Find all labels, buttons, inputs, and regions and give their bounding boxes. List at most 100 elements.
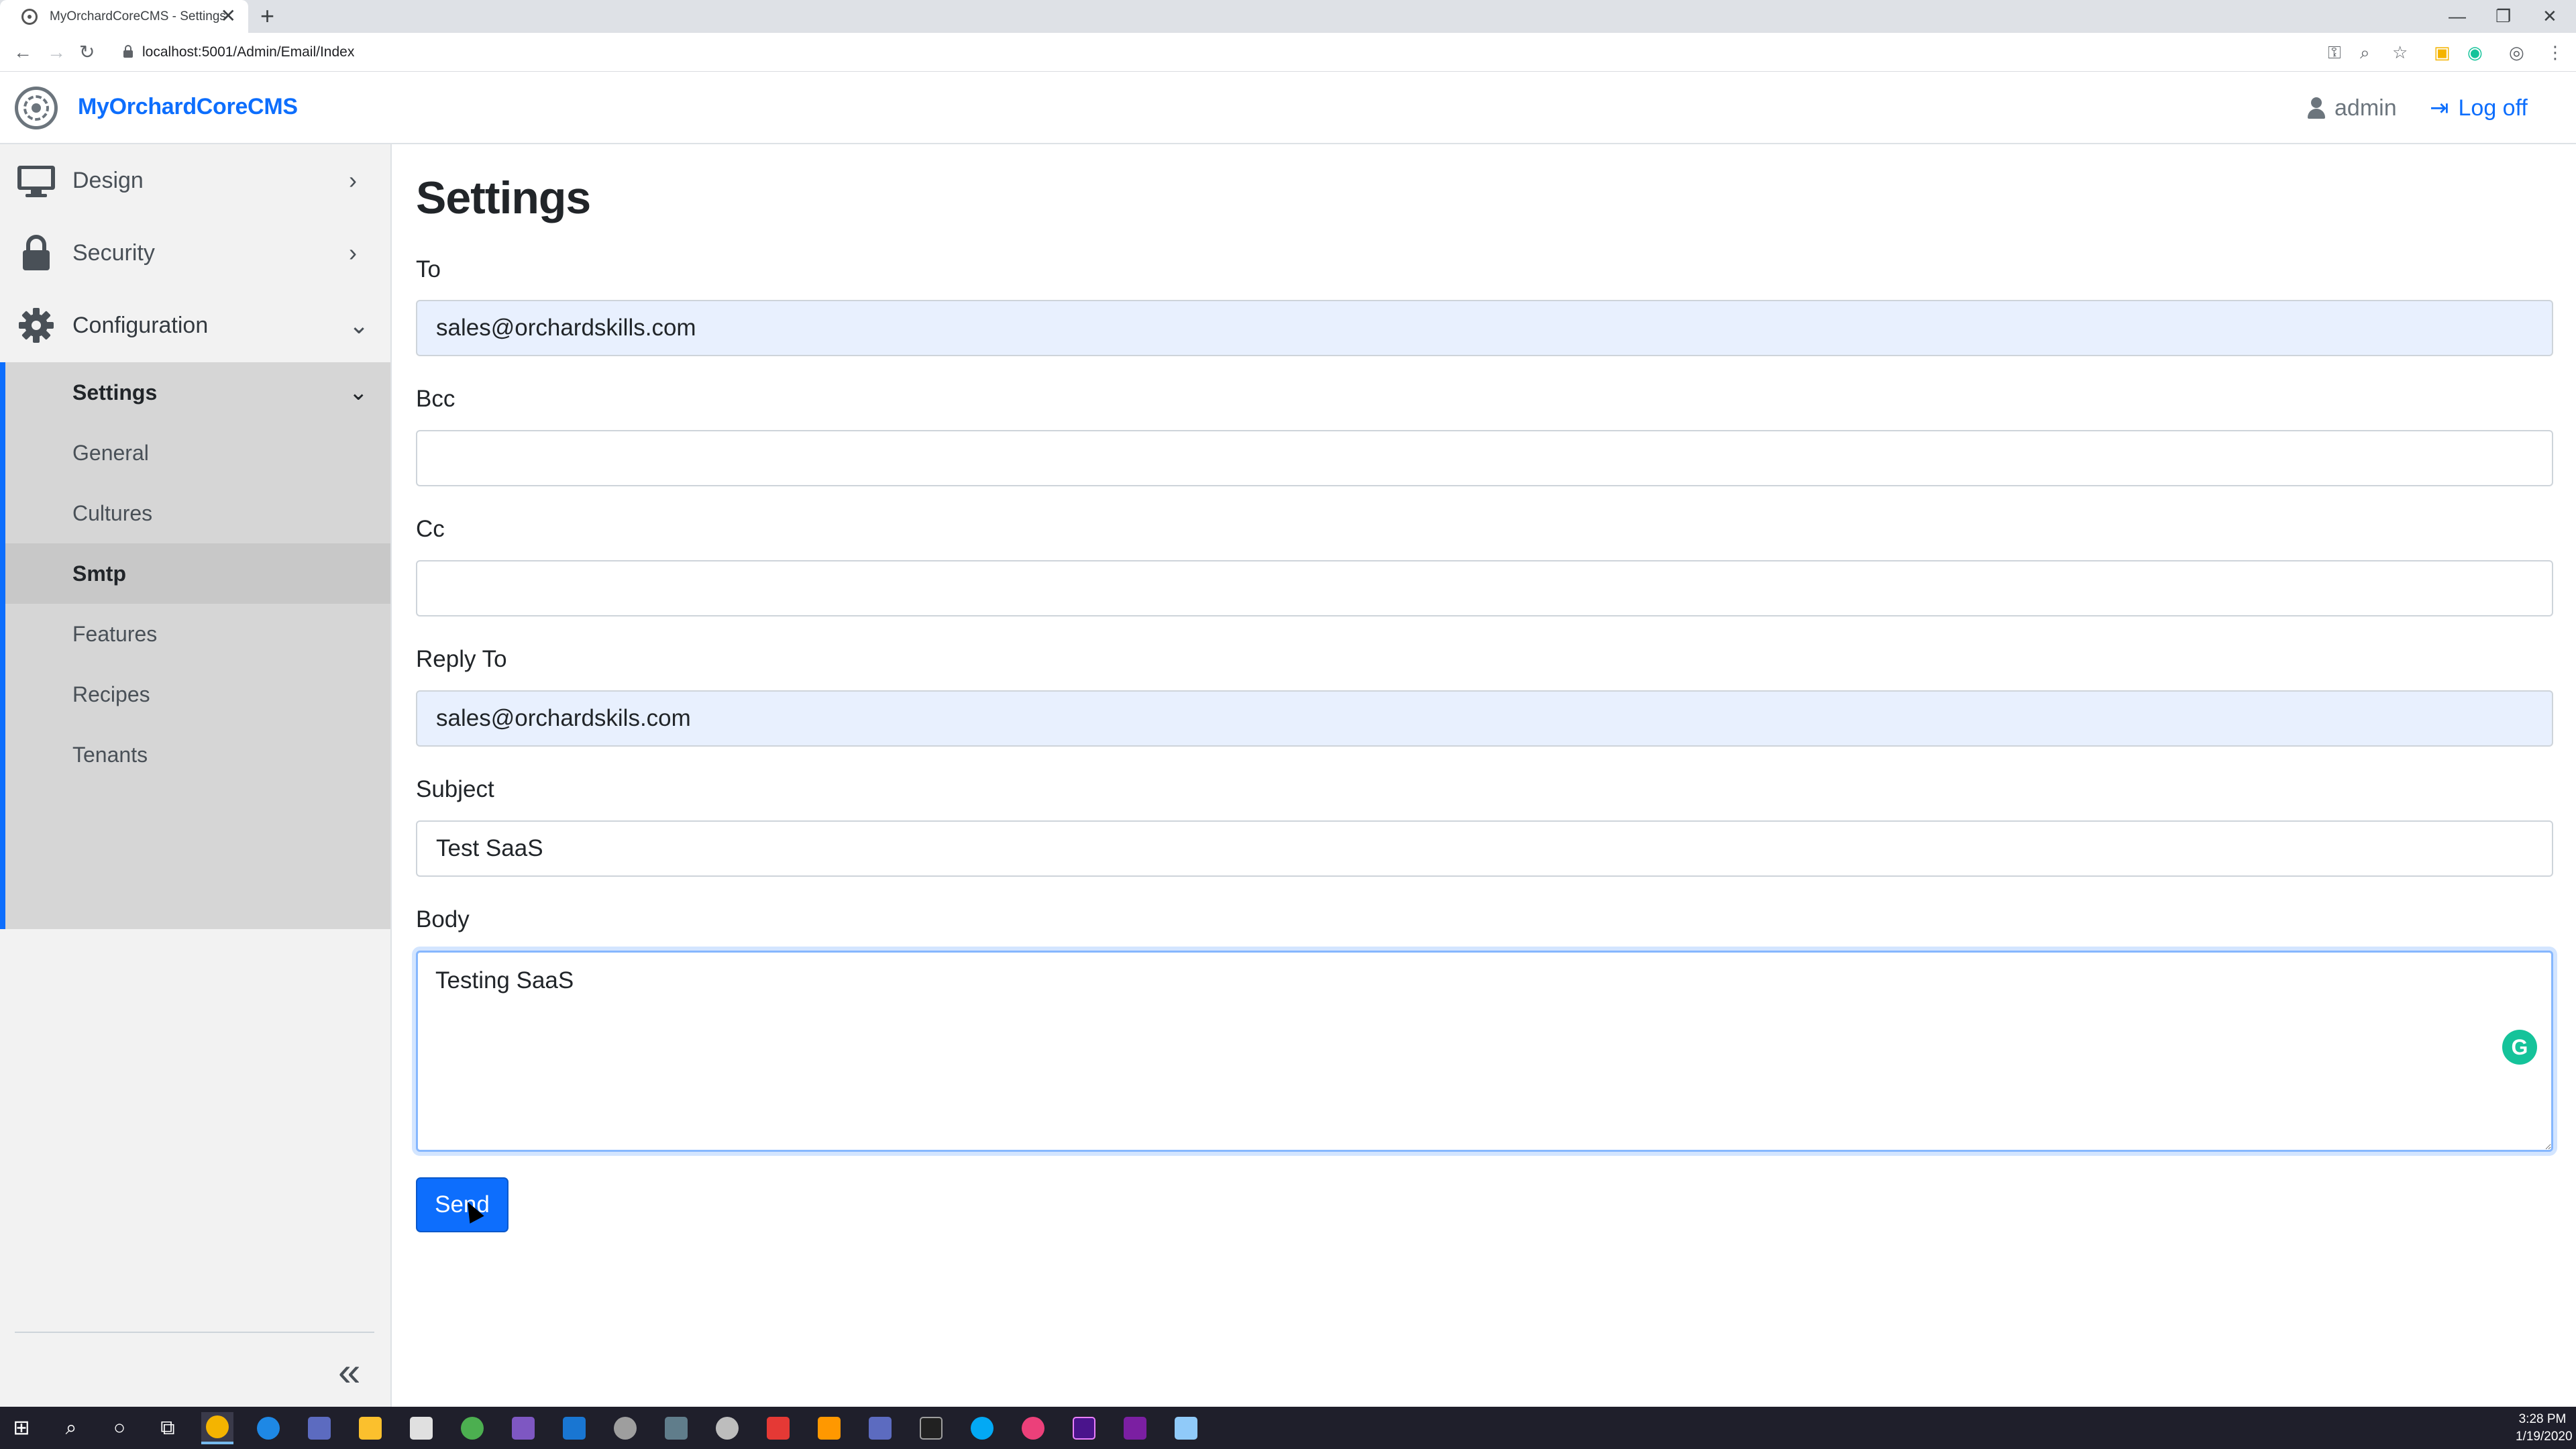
app-icon[interactable] [660,1412,692,1444]
user-menu[interactable]: admin [2308,93,2397,123]
user-name: admin [2334,95,2397,121]
restore-button[interactable]: ❐ [2496,3,2511,30]
submenu-settings-label: Settings [72,380,158,405]
chevron-down-icon: ⌄ [349,311,370,339]
edge-icon[interactable] [252,1412,284,1444]
terminal-icon[interactable] [915,1412,947,1444]
back-icon[interactable]: ← [13,40,32,65]
lock-icon [123,45,133,58]
sidebar-item-label: Configuration [72,312,209,338]
browser-menu-icon[interactable]: ⋮ [2546,41,2564,64]
body-textarea[interactable]: Testing SaaS [416,951,2553,1152]
chevron-right-icon: › [349,239,357,266]
reload-icon[interactable]: ↻ [79,40,95,65]
logoff-button[interactable]: ⇥ Log off [2430,93,2528,123]
collapse-sidebar-icon[interactable]: « [338,1352,360,1392]
chrome-icon[interactable] [201,1412,233,1444]
sidebar-item-configuration[interactable]: Configuration ⌄ [0,289,390,362]
sidebar-item-label: Smtp [72,561,126,586]
grammarly-extension-icon[interactable]: ◉ [2467,41,2483,64]
bookmark-star-icon[interactable]: ☆ [2392,41,2408,64]
skype-icon[interactable] [966,1412,998,1444]
sidebar-item-features[interactable]: Features [5,604,390,664]
subject-input[interactable] [416,820,2553,877]
chevron-right-icon: › [349,166,357,194]
vlc-icon[interactable] [813,1412,845,1444]
configuration-submenu: Settings ⌄ General Cultures Smtp Feature… [0,362,390,929]
sidebar-item-label: Cultures [72,500,153,525]
logoff-label: Log off [2458,95,2528,121]
browser-toolbar: ← → ↻ localhost:5001/Admin/Email/Index ⚿… [0,33,2576,72]
taskbar-date: 1/19/2020 [2516,1430,2573,1444]
body-label: Body [416,906,470,932]
app-icon[interactable] [1119,1412,1151,1444]
to-label: To [416,256,441,282]
sidebar-item-tenants[interactable]: Tenants [5,724,390,785]
window-close-button[interactable]: ✕ [2542,3,2557,30]
minimize-button[interactable]: — [2449,3,2466,30]
to-input[interactable] [416,300,2553,356]
media-app-icon[interactable] [1017,1412,1049,1444]
key-icon[interactable]: ⚿ [2328,41,2341,64]
cortana-icon[interactable]: ○ [103,1412,136,1444]
lock-icon [23,235,50,270]
visual-studio-icon[interactable] [507,1412,539,1444]
user-icon [2308,97,2325,119]
sign-out-icon: ⇥ [2430,95,2449,121]
cc-label: Cc [416,516,445,542]
cc-input[interactable] [416,560,2553,616]
orchard-logo-icon[interactable] [15,87,58,129]
teams-icon[interactable] [864,1412,896,1444]
brand-link[interactable]: MyOrchardCoreCMS [78,92,298,121]
bcc-input[interactable] [416,430,2553,486]
gear-icon [19,308,54,343]
app-header: MyOrchardCoreCMS admin ⇥ Log off [0,72,2576,144]
new-tab-button[interactable]: + [260,3,274,30]
sidebar-item-label: Tenants [72,742,148,767]
store-icon[interactable] [303,1412,335,1444]
reply-to-input[interactable] [416,690,2553,747]
sidebar-item-recipes[interactable]: Recipes [5,664,390,724]
github-icon[interactable] [609,1412,641,1444]
page-title: Settings [416,172,591,223]
clock-app-icon[interactable] [711,1412,743,1444]
sidebar-item-general[interactable]: General [5,423,390,483]
tab-title: MyOrchardCoreCMS - Settings [50,9,226,23]
sidebar-item-cultures[interactable]: Cultures [5,483,390,543]
monitor-icon [17,166,55,197]
sidebar-item-smtp[interactable]: Smtp [5,543,390,604]
browser-tab[interactable]: MyOrchardCoreCMS - Settings ✕ [0,0,248,33]
windows-taskbar: ⊞ ⌕ ○ ⧉ 3:28 PM 1/19/2020 [0,1407,2576,1449]
vscode-icon[interactable] [558,1412,590,1444]
reply-to-label: Reply To [416,646,507,672]
slack-icon[interactable] [456,1412,488,1444]
tab-close-icon[interactable]: ✕ [221,5,236,27]
orchard-favicon-icon [21,8,38,25]
mail-icon[interactable] [405,1412,437,1444]
file-explorer-icon[interactable] [354,1412,386,1444]
sidebar-item-design[interactable]: Design › [0,144,390,217]
task-view-icon[interactable]: ⧉ [152,1412,184,1444]
profile-icon[interactable]: ◎ [2509,41,2524,64]
sidebar-item-label: Security [72,239,155,266]
taskbar-clock[interactable]: 3:28 PM 1/19/2020 [2516,1411,2573,1446]
main-content: Settings To Bcc Cc Reply To Subject Body… [416,144,2556,1407]
address-bar[interactable]: localhost:5001/Admin/Email/Index [142,44,354,61]
forward-icon[interactable]: → [47,40,66,65]
chevron-down-icon: ⌄ [349,380,368,405]
sidebar-item-label: Recipes [72,682,150,706]
windows-start-icon[interactable]: ⊞ [5,1412,38,1444]
notepad-icon[interactable] [1170,1412,1202,1444]
extension-icon[interactable]: ▣ [2434,41,2451,64]
taskbar-time: 3:28 PM [2518,1412,2567,1426]
grammarly-icon[interactable]: G [2502,1030,2537,1065]
search-icon[interactable]: ⌕ [55,1412,87,1444]
record-app-icon[interactable] [762,1412,794,1444]
sidebar-item-label: General [72,440,149,465]
sidebar-item-security[interactable]: Security › [0,217,390,289]
zoom-icon[interactable]: ⌕ [2360,41,2370,64]
premiere-icon[interactable] [1068,1412,1100,1444]
browser-tabstrip: MyOrchardCoreCMS - Settings ✕ + — ❐ ✕ [0,0,2576,33]
sidebar-item-label: Features [72,621,158,646]
submenu-settings[interactable]: Settings ⌄ [5,362,390,423]
